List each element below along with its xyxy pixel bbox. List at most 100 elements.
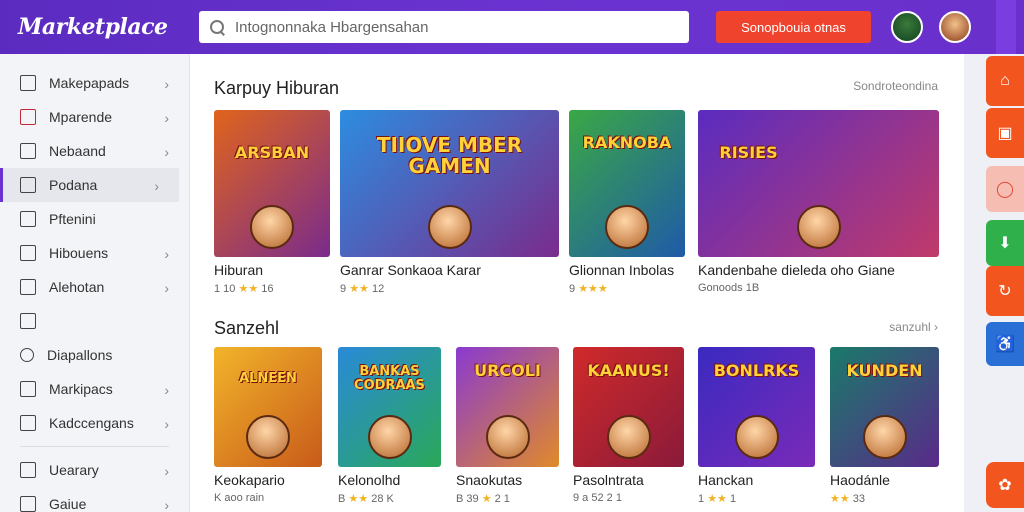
game-thumbnail[interactable]: BANKAS CODRAAS [338,347,441,467]
card-title: Keokapario [214,472,285,488]
game-card[interactable]: KAANUS! Pasolntrata 9 a 52 2 1 [573,347,684,504]
character-art [605,205,649,249]
game-thumbnail[interactable]: URCOLI [456,347,559,467]
game-art-title: URCOLI [474,360,541,380]
card-title: Hiburan [214,262,264,278]
rail-download-button[interactable]: ⬇ [986,220,1024,266]
card-title: Hanckan [698,472,754,488]
card-title: Glionnan Inbolas [569,262,675,278]
search-input[interactable] [235,18,675,36]
card-meta: 9 ★★★ [569,283,608,295]
sidebar-item-uearary[interactable]: Uearary › [0,453,189,487]
gift-icon [20,496,36,512]
section-title: Sanzehl [214,318,280,338]
sidebar-item-diapallons[interactable]: Diapallons [0,338,189,372]
game-art-title: BANKAS CODRAAS [354,364,425,393]
card-title: Kelonolhd [338,472,401,488]
header-cta-button[interactable]: Sonopbouia otnas [716,11,871,43]
sidebar-item-label: Alehotan [49,279,105,295]
flag-icon [20,279,36,295]
document-icon [20,313,36,329]
card-meta: ★★ 33 [830,493,866,505]
chevron-right-icon: › [164,416,169,432]
game-thumbnail[interactable]: RAKNOBA [569,110,685,257]
brand-logo[interactable]: Marketplace [18,14,183,40]
game-thumbnail[interactable]: RISIES [698,110,939,257]
sidebar-item-mparende[interactable]: Mparende › [0,100,189,134]
search-icon [209,19,225,35]
sidebar-item-nebaand[interactable]: Nebaand › [0,134,189,168]
rail-chat-button[interactable]: ◯ [986,166,1024,212]
card-meta: B 39 ★ 2 1 [456,493,510,505]
sidebar-item-pftenini[interactable]: Pftenini [0,202,189,236]
game-art-title: ARSBAN [234,143,310,163]
game-card[interactable]: ALNEEN Keokapario K aoo rain [214,347,322,504]
sidebar-item-label: Makepapads [49,75,130,91]
sidebar-item-label: Pftenini [49,211,96,227]
game-thumbnail[interactable]: ALNEEN [214,347,322,467]
game-art-title: KUNDEN [846,360,923,380]
game-thumbnail[interactable]: KAANUS! [573,347,684,467]
sidebar-item-label: Diapallons [47,347,113,363]
bookmark-icon [20,381,36,397]
character-art [734,415,779,459]
game-art-title: KAANUS! [587,360,670,380]
avatar[interactable] [939,11,971,43]
section-see-all-link[interactable]: Sondroteondina [853,79,938,93]
sidebar-item-makepapads[interactable]: Makepapads › [0,66,189,100]
game-card[interactable]: BONLRKS Hanckan 1 ★★ 1 [698,347,815,505]
game-art-title: ALNEEN [239,371,297,387]
character-art [796,205,841,249]
top-bar: Marketplace Sonopbouia otnas [0,0,1024,54]
game-card[interactable]: RAKNOBA Glionnan Inbolas 9 ★★★ [569,110,685,295]
rail-gift-button[interactable]: ▣ [986,108,1024,158]
character-art [606,415,651,459]
sidebar-item-hibouens[interactable]: Hibouens › [0,236,189,270]
card-meta: 9 a 52 2 1 [573,492,622,504]
chat-icon: ◯ [996,181,1014,198]
game-card[interactable]: BANKAS CODRAAS Kelonolhd B ★★ 28 K [338,347,441,505]
accessibility-icon: ♿ [995,336,1015,353]
sidebar-item-gaiue[interactable]: Gaiue › [0,487,189,512]
game-card[interactable]: RISIES Kandenbahe dieleda oho Giane Gono… [698,110,939,294]
chevron-right-icon: › [164,144,169,160]
search-box[interactable] [199,11,689,43]
rail-settings-button[interactable]: ✿ [986,462,1024,508]
sidebar-item-markipacs[interactable]: Markipacs › [0,372,189,406]
character-art [485,415,530,459]
download-icon: ⬇ [998,235,1012,252]
game-thumbnail[interactable]: ARSBAN [214,110,330,257]
sidebar-item-document[interactable] [0,304,189,338]
card-title: Pasolntrata [573,472,644,488]
game-thumbnail[interactable]: BONLRKS [698,347,815,467]
card-meta: B ★★ 28 K [338,493,394,505]
game-card[interactable]: KUNDEN Haodánle ★★ 33 [830,347,939,505]
game-card[interactable]: ARSBAN Hiburan 1 10 ★★ 16 [214,110,330,295]
sidebar-item-kadccengans[interactable]: Kadccengans › [0,406,189,440]
card-meta: 1 10 ★★ 16 [214,283,274,295]
game-art-title: RISIES [719,143,778,163]
pencil-icon [20,415,36,431]
game-thumbnail[interactable]: TIIOVE MBER GAMEN [340,110,559,257]
chevron-right-icon: › [164,463,169,479]
home-icon [20,75,36,91]
menu-icon[interactable] [996,0,1016,54]
section-see-all-link[interactable]: sanzuhl › [889,320,938,334]
rail-home-button[interactable]: ⌂ [986,56,1024,106]
card-title: Kandenbahe dieleda oho Giane [698,262,895,278]
rail-accessibility-button[interactable]: ♿ [986,322,1024,366]
character-art [862,415,907,459]
game-card[interactable]: TIIOVE MBER GAMEN Ganrar Sonkaoa Karar 9… [340,110,559,295]
card-title: Haodánle [830,472,890,488]
sidebar-item-podana[interactable]: Podana › [0,168,179,202]
chevron-right-icon: › [164,76,169,92]
game-card[interactable]: URCOLI Snaokutas B 39 ★ 2 1 [456,347,559,505]
refresh-icon: ↻ [998,283,1012,300]
avatar[interactable] [891,11,923,43]
rail-refresh-button[interactable]: ↻ [986,266,1024,316]
game-thumbnail[interactable]: KUNDEN [830,347,939,467]
grid-icon [20,245,36,261]
sidebar-item-alehotan[interactable]: Alehotan › [0,270,189,304]
chevron-right-icon: › [164,382,169,398]
chevron-right-icon: › [164,246,169,262]
